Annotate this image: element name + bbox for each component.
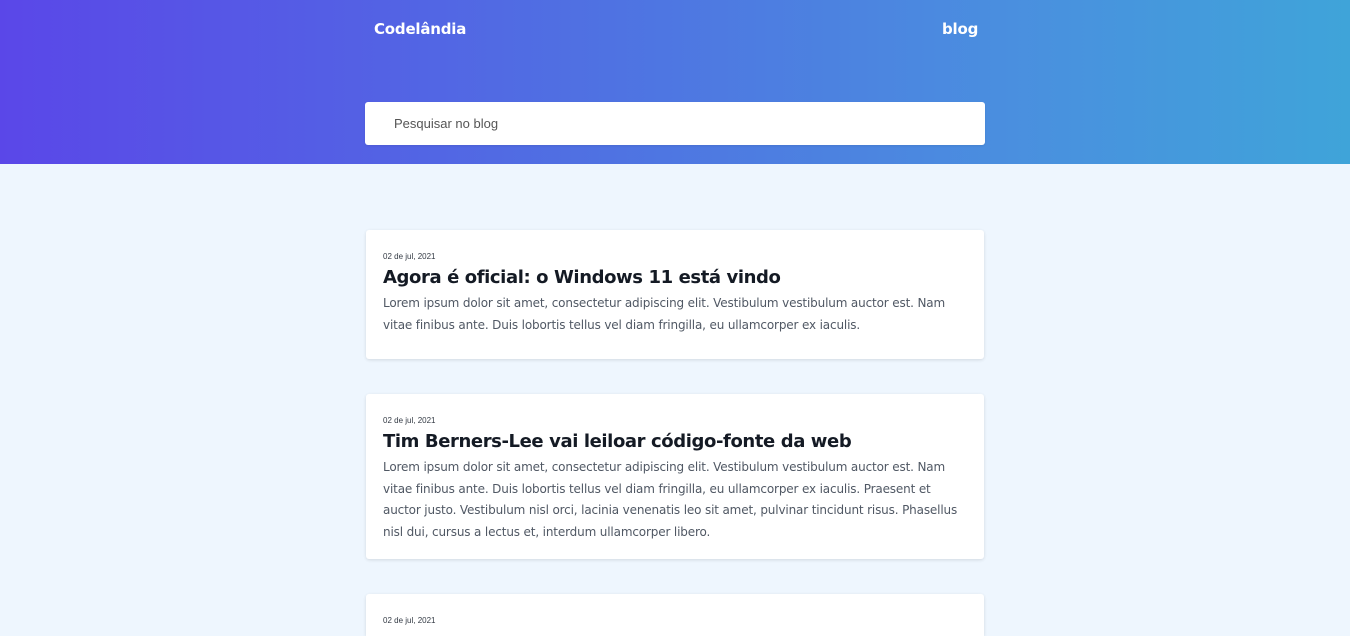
post-excerpt: Lorem ipsum dolor sit amet, consectetur … <box>383 296 946 332</box>
post-title[interactable]: Agora é oficial: o Windows 11 está vindo <box>383 267 970 289</box>
post-date: 02 de jul, 2021 <box>383 616 436 625</box>
post-excerpt: Lorem ipsum dolor sit amet, consectetur … <box>383 460 958 539</box>
post-card[interactable]: 02 de jul, 2021 <box>366 594 984 636</box>
post-title[interactable]: Tim Berners-Lee vai leiloar código-fonte… <box>383 431 970 453</box>
brand-logo-link[interactable]: Codelândia <box>374 20 466 38</box>
search-input[interactable] <box>365 102 985 145</box>
post-date: 02 de jul, 2021 <box>383 252 436 261</box>
hero-header: Codelândia blog <box>0 0 1350 164</box>
post-date: 02 de jul, 2021 <box>383 416 436 425</box>
nav-blog-link[interactable]: blog <box>942 20 978 38</box>
post-card[interactable]: 02 de jul, 2021 Agora é oficial: o Windo… <box>366 230 984 359</box>
post-card[interactable]: 02 de jul, 2021 Tim Berners-Lee vai leil… <box>366 394 984 559</box>
